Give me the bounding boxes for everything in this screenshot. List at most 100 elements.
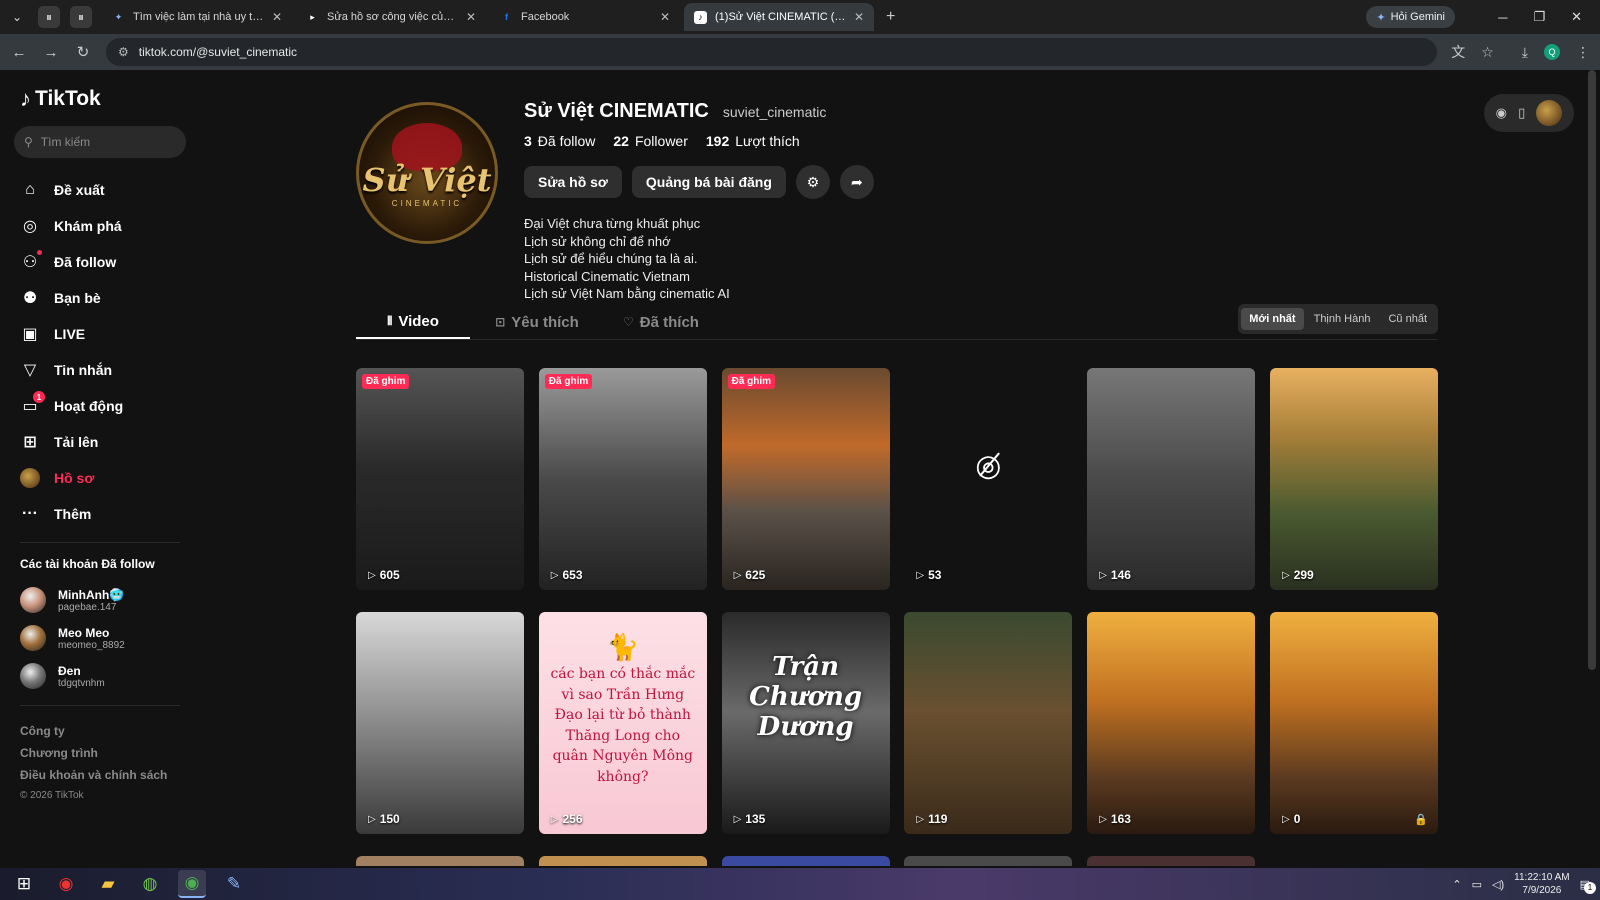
video-card[interactable]: 🐈 các bạn có thắc mắc vì sao Trần Hưng Đạ…: [538, 612, 707, 834]
browser-tab[interactable]: ♪(1)Sử Việt CINEMATIC (@suviet✕: [684, 3, 874, 31]
sidebar-item[interactable]: ⚉ Bạn bè: [14, 280, 186, 316]
profile-tab[interactable]: ⊡ Yêu thích: [480, 305, 594, 339]
reload-icon[interactable]: ↻: [74, 43, 92, 61]
sidebar-item[interactable]: ··· Thêm: [14, 496, 186, 532]
video-card[interactable]: [904, 856, 1073, 866]
video-card[interactable]: ▷ 150: [356, 612, 524, 834]
close-tab-icon[interactable]: ✕: [854, 10, 864, 24]
browser-tab[interactable]: ▸Sửa hồ sơ công việc của Nguyễ✕: [296, 3, 486, 31]
video-card[interactable]: [538, 856, 707, 866]
video-card[interactable]: ◎̸ ▷ 53: [904, 368, 1073, 590]
bio-line: Historical Cinematic Vietnam: [524, 268, 690, 284]
play-icon: ▷: [368, 569, 376, 581]
translate-icon[interactable]: 文: [1451, 42, 1465, 62]
play-icon: ▷: [550, 813, 559, 825]
minimize-icon[interactable]: ─: [1498, 10, 1507, 25]
video-card[interactable]: [356, 856, 524, 866]
close-tab-icon[interactable]: ✕: [466, 10, 476, 24]
lock-icon: 🔒: [1414, 814, 1428, 826]
tiktok-logo[interactable]: ♪ TikTok: [20, 86, 186, 112]
video-card[interactable]: Trận Chương Dương ▷ 135: [721, 612, 890, 834]
share-icon[interactable]: ➦: [839, 165, 874, 199]
profile-tab[interactable]: ⦀ Video: [356, 305, 470, 339]
close-window-icon[interactable]: ✕: [1571, 9, 1582, 25]
browser-tab[interactable]: f Facebook ✕: [490, 3, 680, 31]
profile-tab[interactable]: ♡ Đã thích: [604, 305, 718, 339]
stat[interactable]: 22 Follower: [613, 133, 687, 149]
promote-post-button[interactable]: Quảng bá bài đăng: [631, 166, 786, 198]
restore-icon[interactable]: ❐: [1533, 9, 1545, 25]
close-tab-icon[interactable]: ✕: [272, 10, 282, 24]
video-card[interactable]: Đã ghim ▷ 605: [356, 368, 524, 590]
stat[interactable]: 192 Lượt thích: [706, 133, 800, 149]
sidebar-item[interactable]: ▽ Tin nhắn: [14, 352, 186, 388]
coin-icon[interactable]: ◉: [1496, 105, 1507, 121]
close-tab-icon[interactable]: ✕: [660, 10, 670, 24]
stat[interactable]: 3 Đã follow: [524, 133, 595, 149]
app-red-icon[interactable]: ◉: [52, 870, 80, 898]
browser-tab[interactable]: ✦Tìm việc làm tại nhà uy tín - Go✕: [102, 3, 292, 31]
edit-profile-button[interactable]: Sửa hồ sơ: [524, 166, 622, 198]
sidebar-item[interactable]: ▣ LIVE: [14, 316, 186, 352]
windows-start-icon[interactable]: ⊞: [10, 870, 38, 898]
footer-link[interactable]: Điều khoản và chính sách: [14, 764, 186, 786]
footer-link[interactable]: Công ty: [14, 720, 186, 742]
browser-profile-avatar[interactable]: Q: [1544, 44, 1560, 60]
site-info-icon[interactable]: ⚙: [118, 45, 129, 59]
phone-icon[interactable]: ▯: [1518, 105, 1525, 121]
tab-icon: ♡: [623, 315, 634, 329]
clock[interactable]: 11:22:10 AM 7/9/2026: [1514, 871, 1569, 897]
sidebar-item[interactable]: ⚇ Đã follow: [14, 244, 186, 280]
sidebar-item[interactable]: ⊞ Tải lên: [14, 424, 186, 460]
bookmark-star-icon[interactable]: ☆: [1481, 44, 1494, 61]
user-avatar[interactable]: [1536, 100, 1563, 126]
search-input[interactable]: ⚲ Tìm kiếm: [14, 126, 186, 158]
bio-line: Lịch sử Việt Nam bằng cinematic AI: [524, 286, 730, 301]
sort-option[interactable]: Cũ nhất: [1380, 308, 1435, 330]
footer-link[interactable]: Chương trình: [14, 742, 186, 764]
sidebar-item[interactable]: ▭ 1 Hoạt động: [14, 388, 186, 424]
gemini-button[interactable]: ✦ Hỏi Gemini: [1366, 6, 1455, 28]
forward-icon[interactable]: →: [42, 44, 60, 61]
sort-option[interactable]: Thịnh Hành: [1306, 308, 1379, 330]
page-scrollbar[interactable]: [1588, 70, 1596, 670]
following-account[interactable]: Đen tdgqtvnhm: [14, 657, 186, 695]
file-explorer-icon[interactable]: ▰: [94, 870, 122, 898]
volume-icon[interactable]: ◁): [1492, 878, 1504, 891]
browser-menu-icon[interactable]: ⋮: [1576, 44, 1590, 61]
video-card[interactable]: Đã ghim ▷ 653: [538, 368, 707, 590]
video-card[interactable]: ▷ 119: [904, 612, 1073, 834]
notification-icon[interactable]: ▤1: [1580, 878, 1596, 894]
sidebar-item[interactable]: ◎ Khám phá: [14, 208, 186, 244]
play-icon: ▷: [1281, 813, 1290, 825]
url-field[interactable]: ⚙ tiktok.com/@suviet_cinematic: [106, 38, 1438, 66]
video-card[interactable]: ▷ 0 🔒: [1269, 612, 1438, 834]
settings-gear-icon[interactable]: ⚙: [795, 165, 830, 199]
sort-option[interactable]: Mới nhất: [1241, 308, 1304, 330]
following-account[interactable]: Meo Meo meomeo_8892: [14, 619, 186, 657]
sidebar-item[interactable]: Hồ sơ: [14, 460, 186, 496]
video-card[interactable]: [1087, 856, 1256, 866]
video-card[interactable]: ▷ 163: [1087, 612, 1256, 834]
download-icon[interactable]: ⤓: [1522, 44, 1528, 61]
play-icon: ▷: [733, 813, 742, 825]
view-count: ▷ 0: [1281, 812, 1301, 826]
video-card[interactable]: Đã ghim ▷ 625: [721, 368, 890, 590]
profile-stats: 3 Đã follow 22 Follower 192 Lượt thích: [524, 133, 874, 149]
sidebar-divider: [20, 705, 180, 706]
video-card[interactable]: ▷ 299: [1269, 368, 1438, 590]
following-account[interactable]: MinhAnh🥶 pagebae.147: [14, 581, 186, 619]
chrome-icon[interactable]: ◉: [178, 870, 206, 898]
video-card[interactable]: [721, 856, 890, 866]
app-green-icon[interactable]: ◍: [136, 870, 164, 898]
back-icon[interactable]: ←: [10, 44, 28, 61]
pause-icon[interactable]: ⏸: [70, 6, 92, 28]
tab-search-icon[interactable]: ⌄: [6, 6, 28, 28]
paint-icon[interactable]: ✎: [220, 870, 248, 898]
new-tab-button[interactable]: +: [878, 8, 903, 26]
video-card[interactable]: ▷ 146: [1087, 368, 1256, 590]
tray-chevron-icon[interactable]: ⌃: [1452, 878, 1461, 891]
sidebar-item[interactable]: ⌂ Đề xuất: [14, 172, 186, 208]
pause-icon[interactable]: ⏸: [38, 6, 60, 28]
network-icon[interactable]: ▭: [1472, 878, 1482, 891]
